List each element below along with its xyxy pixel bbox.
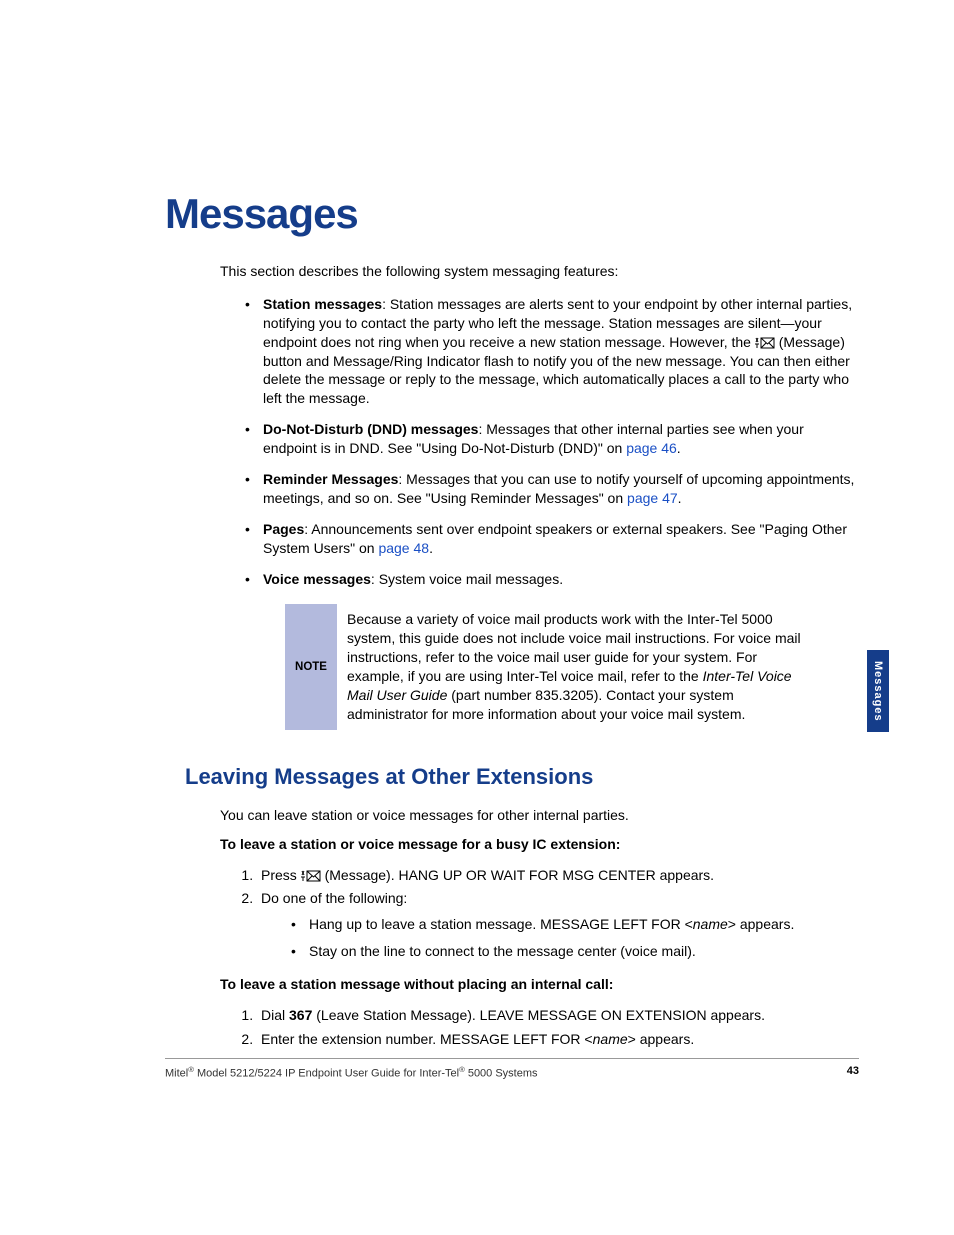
list-item: Reminder Messages: Messages that you can… [245,470,859,508]
step-text: Press [261,867,301,883]
procedure-steps: Press (Message). HANG UP OR WAIT FOR MSG… [257,864,859,961]
step-text: Do one of the following: [261,890,407,906]
feature-text: . [678,490,682,506]
side-tab: Messages [867,650,889,732]
list-item: Do-Not-Disturb (DND) messages: Messages … [245,420,859,458]
dial-code: 367 [289,1007,312,1023]
footer-text: 5000 Systems [465,1068,538,1080]
feature-label: Voice messages [263,571,371,587]
list-item: Station messages: Station messages are a… [245,295,859,408]
sub-list: Hang up to leave a station message. MESS… [291,915,859,961]
placeholder-name: name [593,1031,628,1047]
footer-text: Model 5212/5224 IP Endpoint User Guide f… [194,1068,459,1080]
section-title: Leaving Messages at Other Extensions [185,764,859,790]
feature-list: Station messages: Station messages are a… [245,295,859,589]
footer-text: Mitel [165,1068,188,1080]
feature-label: Station messages [263,296,382,312]
step-text: Dial [261,1007,289,1023]
feature-text: : Announcements sent over endpoint speak… [263,521,847,556]
placeholder-name: name [693,916,728,932]
procedure-heading: To leave a station message without placi… [220,975,859,994]
list-item: Voice messages: System voice mail messag… [245,570,859,589]
procedure-heading: To leave a station or voice message for … [220,835,859,854]
step-item: Do one of the following: Hang up to leav… [257,887,859,961]
note-label: NOTE [285,604,337,729]
step-text: Enter the extension number. MESSAGE LEFT… [261,1031,593,1047]
feature-text: : System voice mail messages. [371,571,563,587]
step-item: Enter the extension number. MESSAGE LEFT… [257,1028,859,1052]
list-item: Pages: Announcements sent over endpoint … [245,520,859,558]
procedure-steps: Dial 367 (Leave Station Message). LEAVE … [257,1004,859,1052]
sub-item: Stay on the line to connect to the messa… [291,942,859,961]
document-page: Messages This section describes the foll… [0,0,954,1235]
sub-text: Hang up to leave a station message. MESS… [309,916,693,932]
body-text: You can leave station or voice messages … [220,806,859,825]
footer-product: Mitel® Model 5212/5224 IP Endpoint User … [165,1065,538,1080]
page-link[interactable]: page 46 [626,440,677,456]
feature-label: Pages [263,521,304,537]
feature-text: . [429,540,433,556]
step-text: (Leave Station Message). LEAVE MESSAGE O… [312,1007,765,1023]
message-icon [301,867,321,883]
page-link[interactable]: page 47 [627,490,678,506]
chapter-title: Messages [165,190,859,238]
note-body: Because a variety of voice mail products… [337,604,825,729]
step-text: > appears. [628,1031,695,1047]
feature-label: Do-Not-Disturb (DND) messages [263,421,478,437]
note-box: NOTE Because a variety of voice mail pro… [285,604,825,729]
sub-item: Hang up to leave a station message. MESS… [291,915,859,934]
feature-label: Reminder Messages [263,471,398,487]
message-icon [755,334,775,350]
sub-text: Stay on the line to connect to the messa… [309,943,696,959]
step-item: Dial 367 (Leave Station Message). LEAVE … [257,1004,859,1028]
page-footer: Mitel® Model 5212/5224 IP Endpoint User … [165,1058,859,1080]
step-item: Press (Message). HANG UP OR WAIT FOR MSG… [257,864,859,888]
intro-text: This section describes the following sys… [220,262,859,281]
sub-text: > appears. [728,916,795,932]
feature-text: . [677,440,681,456]
page-link[interactable]: page 48 [378,540,429,556]
page-number: 43 [847,1065,859,1080]
step-text: (Message). HANG UP OR WAIT FOR MSG CENTE… [321,867,714,883]
